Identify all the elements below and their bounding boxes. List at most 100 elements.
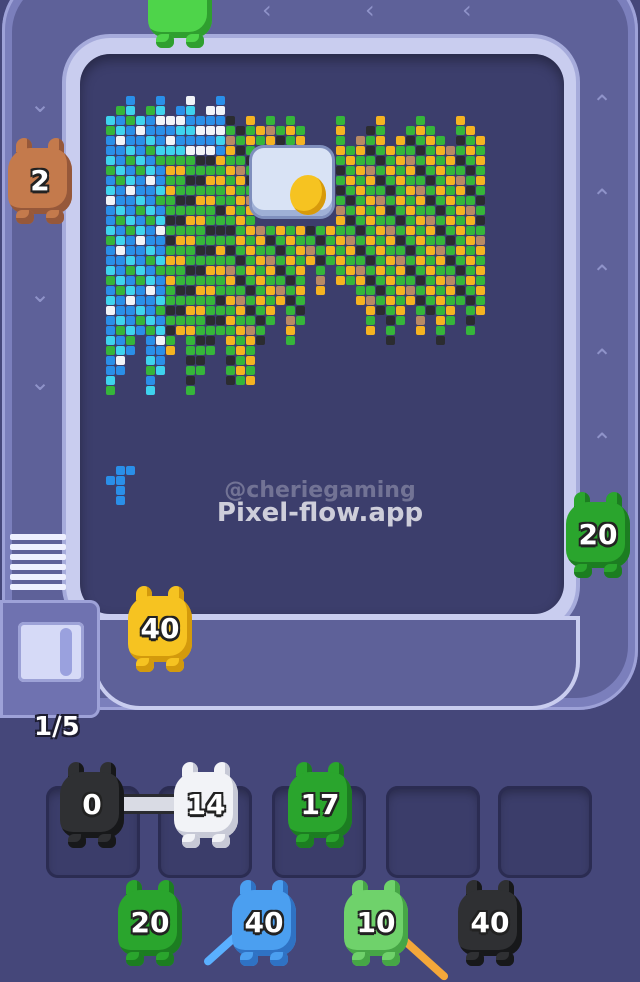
pixel-block [326, 246, 335, 255]
pixel-block [456, 176, 465, 185]
pixel-block [416, 146, 425, 155]
pixel-block [176, 306, 185, 315]
pixel-block [466, 236, 475, 245]
pixel-block [226, 256, 235, 265]
queue-shooter[interactable]: 20 [114, 880, 186, 966]
pixel-block [316, 266, 325, 275]
pixel-block [136, 236, 145, 245]
pixel-block [196, 116, 205, 125]
pixel-block [246, 276, 255, 285]
pixel-block [416, 216, 425, 225]
pixel-block [366, 256, 375, 265]
pixel-block [396, 146, 405, 155]
pixel-block [196, 166, 205, 175]
pixel-block [126, 296, 135, 305]
pixel-block [186, 386, 195, 395]
pixel-block [256, 326, 265, 335]
pixel-block [366, 226, 375, 235]
pixel-block [146, 276, 155, 285]
pixel-block [316, 226, 325, 235]
pixel-block [256, 336, 265, 345]
pixel-block [406, 286, 415, 295]
pixel-block [476, 226, 485, 235]
pixel-block [246, 236, 255, 245]
pixel-block [116, 316, 125, 325]
pixel-block [426, 126, 435, 135]
pixel-block [266, 276, 275, 285]
pixel-block [126, 216, 135, 225]
pixel-block [356, 286, 365, 295]
pixel-block [356, 226, 365, 235]
pixel-block [396, 156, 405, 165]
pixel-block [196, 336, 205, 345]
pixel-block [356, 176, 365, 185]
pixel-block [376, 236, 385, 245]
holding-slot[interactable] [498, 786, 592, 878]
pixel-block [166, 326, 175, 335]
pixel-block [236, 166, 245, 175]
pixel-block [156, 206, 165, 215]
shooter-count: 40 [244, 906, 284, 939]
pixel-block [446, 256, 455, 265]
pixel-block [106, 366, 115, 375]
slot-shooter[interactable]: 0 [56, 762, 128, 848]
pixel-block [146, 316, 155, 325]
pixel-block [436, 226, 445, 235]
queue-shooter[interactable]: 40 [228, 880, 300, 966]
pixel-block [396, 256, 405, 265]
pixel-block [396, 286, 405, 295]
slot-shooter[interactable]: 14 [170, 762, 242, 848]
pixel-block [116, 286, 125, 295]
pixel-block [136, 136, 145, 145]
pixel-block [216, 236, 225, 245]
pixel-block [166, 196, 175, 205]
pixel-block [216, 96, 225, 105]
conveyor-shooter-bottom[interactable]: 40 [124, 586, 196, 672]
pixel-block [236, 176, 245, 185]
pixel-block [356, 196, 365, 205]
pixel-block [396, 166, 405, 175]
pixel-block [116, 176, 125, 185]
pixel-block [136, 226, 145, 235]
pixel-block [416, 116, 425, 125]
pixel-block [416, 266, 425, 275]
pixel-block [266, 286, 275, 295]
pixel-block [206, 246, 215, 255]
pixel-block [246, 366, 255, 375]
pixel-block [156, 246, 165, 255]
slot-shooter[interactable]: 17 [284, 762, 356, 848]
pixel-block [236, 196, 245, 205]
pixel-block [196, 226, 205, 235]
pixel-block [246, 306, 255, 315]
pixel-block [436, 276, 445, 285]
pixel-block [456, 286, 465, 295]
pixel-block [376, 276, 385, 285]
pixel-block [416, 246, 425, 255]
pixel-block [176, 126, 185, 135]
pixel-block [186, 346, 195, 355]
pixel-block [186, 126, 195, 135]
queue-shooter[interactable]: 10 [340, 880, 412, 966]
holding-slot[interactable] [386, 786, 480, 878]
pixel-block [436, 136, 445, 145]
pixel-block [166, 216, 175, 225]
pixel-block [206, 226, 215, 235]
pixel-block [206, 156, 215, 165]
pixel-block [216, 186, 225, 195]
queue-shooter[interactable]: 40 [454, 880, 526, 966]
pixel-block [446, 196, 455, 205]
pixel-block [376, 176, 385, 185]
conveyor-shooter-left[interactable]: 2 [4, 138, 76, 224]
pixel-block [426, 206, 435, 215]
pixel-block [156, 216, 165, 225]
pixel-block [446, 276, 455, 285]
pixel-block [236, 376, 245, 385]
pixel-block [376, 146, 385, 155]
conveyor-shooter-right[interactable]: 20 [562, 492, 634, 578]
conveyor-shooter-top[interactable] [144, 0, 216, 48]
pixel-block [116, 366, 125, 375]
pixel-block [236, 316, 245, 325]
pixel-block [316, 236, 325, 245]
pixel-block [466, 166, 475, 175]
pixel-block [266, 136, 275, 145]
